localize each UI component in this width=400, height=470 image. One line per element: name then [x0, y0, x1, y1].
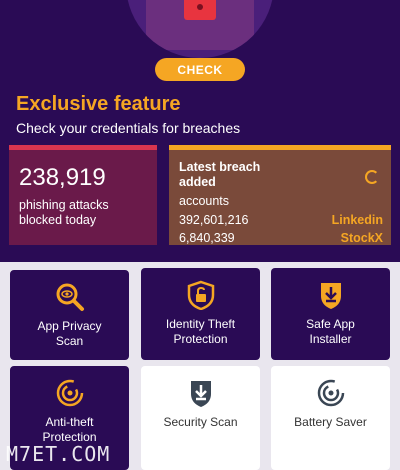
shield-unlock-icon [186, 280, 216, 310]
hero-illustration [126, 0, 274, 58]
top-section: CHECK Exclusive feature Check your crede… [0, 0, 400, 262]
breach-count: 392,601,216 [179, 213, 249, 227]
battery-radar-icon [316, 378, 346, 408]
identity-theft-protection-tile[interactable]: Identity Theft Protection [141, 268, 260, 360]
hacker-lock-icon [146, 0, 254, 50]
feature-title: Exclusive feature [16, 93, 181, 115]
safe-app-installer-tile[interactable]: Safe App Installer [271, 268, 390, 360]
tile-label: Identity Theft Protection [165, 317, 236, 346]
battery-saver-tile[interactable]: Battery Saver [271, 366, 390, 470]
tile-label: App Privacy Scan [37, 319, 102, 348]
breach-accounts-label: accounts [179, 194, 230, 208]
tile-label: Safe App Installer [306, 317, 355, 346]
latest-breach-card[interactable]: Latest breach added accounts 392,601,216… [169, 145, 391, 245]
breach-source: Linkedin [331, 213, 383, 227]
feature-grid: App Privacy Scan Identity Theft Protecti… [0, 262, 400, 470]
loading-spinner-icon [365, 170, 379, 184]
tile-label: Security Scan [163, 415, 238, 429]
phishing-count: 238,919 [19, 164, 106, 191]
magnifier-eye-icon [55, 282, 85, 312]
breach-title: Latest breach added [179, 160, 261, 189]
tile-label: Anti-theft Protection [42, 415, 97, 444]
breach-count: 6,840,339 [179, 231, 235, 245]
shield-scan-icon [186, 378, 216, 408]
watermark-text: M7ET.COM [6, 442, 111, 466]
phishing-card[interactable]: 238,919 phishing attacks blocked today [9, 145, 157, 245]
check-button[interactable]: CHECK [155, 58, 245, 81]
app-privacy-scan-tile[interactable]: App Privacy Scan [10, 270, 129, 360]
breach-row: 6,840,339 StockX [179, 231, 383, 245]
security-scan-tile[interactable]: Security Scan [141, 366, 260, 470]
phishing-label: phishing attacks blocked today [19, 198, 109, 227]
breach-row: 392,601,216 Linkedin [179, 213, 383, 227]
tile-label: Battery Saver [294, 415, 367, 429]
breach-source: StockX [340, 231, 383, 245]
feature-subtitle: Check your credentials for breaches [16, 120, 241, 136]
shield-download-icon [316, 280, 346, 310]
radar-icon [55, 378, 85, 408]
